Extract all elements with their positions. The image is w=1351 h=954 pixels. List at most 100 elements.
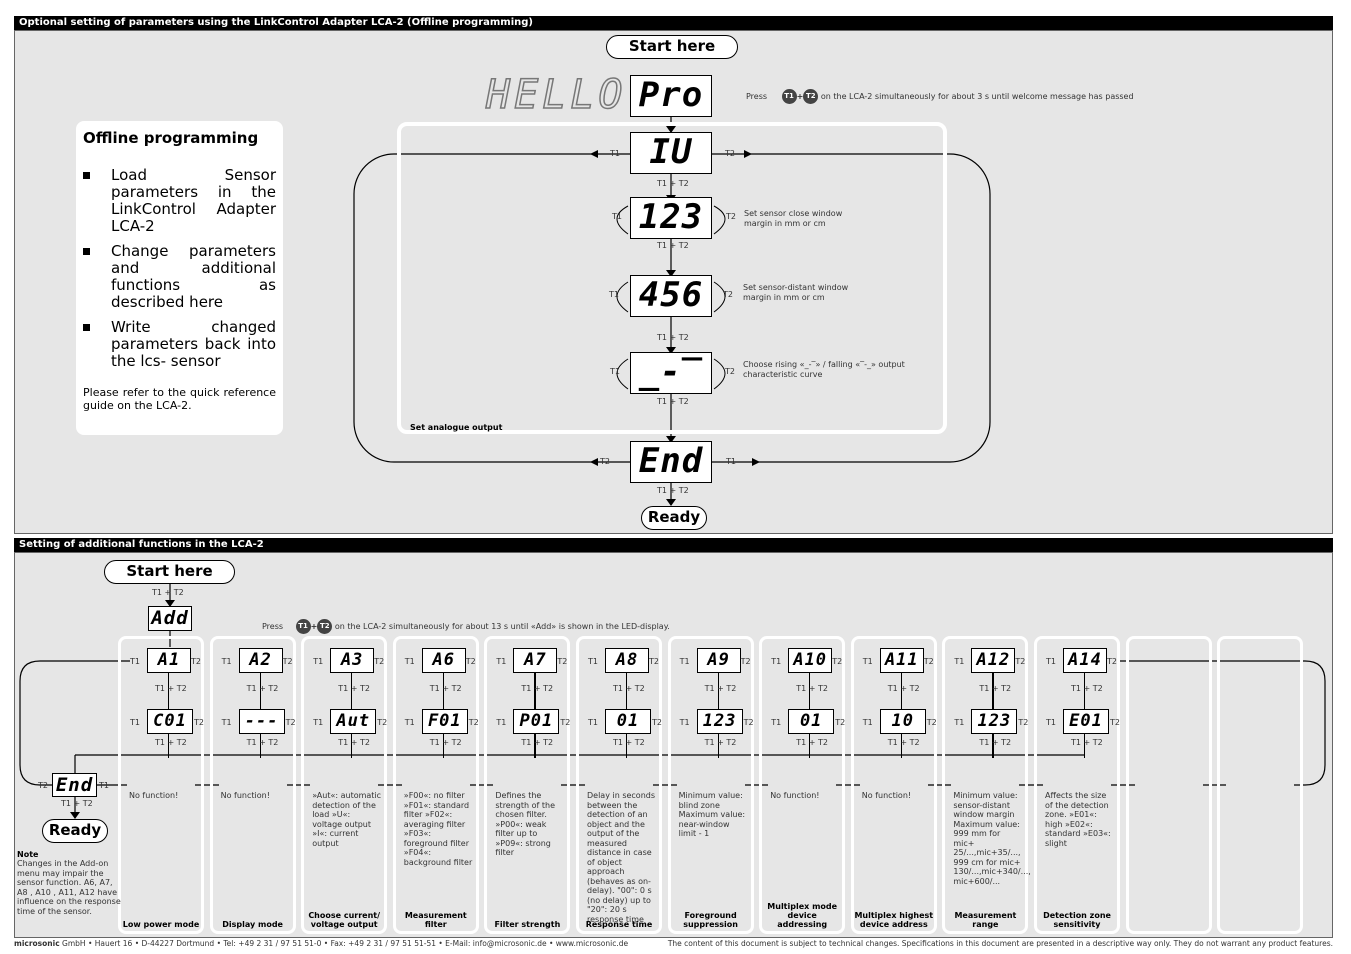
t1t2-label: T1 + T2	[61, 799, 93, 808]
function-column: A8 T1 T2 T1 + T2 01 T1 T2 T1 + T2 Delay …	[576, 636, 662, 934]
t1t2-label: T1 + T2	[657, 241, 689, 250]
function-value-display: C01	[147, 709, 193, 734]
function-description: Delay in seconds between the detection o…	[587, 791, 656, 924]
footer-address: microsonic GmbH • Hauert 16 • D-44227 Do…	[14, 939, 628, 948]
function-description: Minimum value: blind zone Maximum value:…	[678, 791, 746, 838]
display-far-margin: 456	[630, 275, 712, 317]
function-code-display: A9	[696, 648, 741, 673]
t1t2-label: T1 + T2	[338, 738, 370, 747]
function-code-display: A12	[971, 648, 1016, 673]
function-value-display: 01	[788, 709, 835, 734]
function-value-display: Aut	[330, 709, 377, 734]
function-code-display: A8	[605, 648, 649, 673]
t2-label: T2	[835, 718, 846, 727]
t1t2-label: T1 + T2	[429, 684, 462, 693]
t1t2-label: T1 + T2	[796, 738, 828, 747]
t2-label: T2	[468, 718, 479, 727]
t2-label: T2	[600, 457, 610, 466]
t1-key-icon: T1	[295, 619, 311, 634]
function-code-display: A11	[879, 648, 924, 673]
t1-label: T1	[313, 657, 324, 666]
ready-button-bottom[interactable]: Ready	[42, 819, 108, 843]
t1-label: T1	[726, 457, 736, 466]
function-column: A12 T1 T2 T1 + T2 123 T1 T2 T1 + T2 Mini…	[942, 636, 1031, 934]
hello-display-text: HELLO	[485, 71, 627, 119]
function-value-display: 01	[605, 709, 651, 734]
function-title: Measurement filter	[404, 911, 467, 929]
t1-label: T1	[99, 781, 109, 790]
function-title: Low power mode	[122, 920, 200, 929]
function-column: A2 T1 T2 T1 + T2 --- T1 T2 T1 + T2 No fu…	[209, 636, 296, 934]
t1t2-label: T1 + T2	[1071, 738, 1103, 747]
display-end-bottom: End	[52, 773, 97, 797]
function-code-display: A14	[1063, 648, 1107, 673]
t2-label: T2	[194, 718, 204, 727]
t1t2-label: T1 + T2	[246, 738, 279, 747]
offline-programming-box: Offline programming Load Sensor paramete…	[76, 121, 283, 435]
display-end: End	[630, 441, 712, 483]
t2-label: T2	[1110, 718, 1120, 727]
t2-label: T2	[923, 657, 934, 666]
address-text: GmbH • Hauert 16 • D-44227 Dortmund • Te…	[59, 939, 629, 948]
t1-label: T1	[588, 657, 598, 666]
t2-label: T2	[560, 718, 571, 727]
t2-label: T2	[726, 212, 736, 221]
press-prefix: Press	[746, 92, 768, 101]
function-title: Display mode	[222, 920, 283, 929]
function-title: Filter strength	[494, 920, 561, 929]
t2-label: T2	[1015, 657, 1026, 666]
far-margin-description: Set sensor-distant window margin in mm o…	[743, 283, 849, 302]
function-title: Multiplex highest device address	[854, 911, 934, 929]
function-description: No function!	[770, 791, 820, 800]
start-here-button-bottom[interactable]: Start here	[104, 560, 235, 584]
function-value-display: E01	[1063, 709, 1109, 734]
function-title: Detection zone sensitivity	[1043, 911, 1111, 929]
function-column: A9 T1 T2 T1 + T2 123 T1 T2 T1 + T2 Minim…	[667, 636, 754, 934]
t1-label: T1	[496, 718, 507, 727]
t2-label: T2	[743, 718, 754, 727]
function-value-display: 10	[879, 709, 926, 734]
close-margin-description: Set sensor close window margin in mm or …	[744, 209, 843, 228]
display-close-margin: 123	[630, 197, 712, 239]
function-title: Choose current/ voltage output	[308, 911, 381, 929]
t1t2-label: T1 + T2	[429, 738, 462, 747]
t1t2-label: T1 + T2	[979, 684, 1012, 693]
t1t2-label: T1 + T2	[657, 486, 689, 495]
t1-label: T1	[404, 718, 415, 727]
t1-label: T1	[679, 657, 690, 666]
t1t2-label: T1 + T2	[657, 397, 689, 406]
plus-sign: +	[796, 92, 804, 101]
t2-label: T2	[38, 781, 48, 790]
function-value-display: 123	[971, 709, 1018, 734]
function-description: »Aut«: automatic detection of the load »…	[312, 791, 382, 848]
offline-bullet: Load Sensor parameters in the LinkContro…	[83, 167, 276, 235]
display-pro: Pro	[630, 75, 712, 117]
t1t2-label: T1 + T2	[657, 333, 689, 342]
t2-label: T2	[723, 290, 733, 299]
t1-label: T1	[679, 718, 690, 727]
t1t2-label: T1 + T2	[704, 738, 737, 747]
t1t2-label: T1 + T2	[887, 738, 920, 747]
function-column	[1125, 636, 1212, 934]
note-text: Changes in the Add-on menu may impair th…	[17, 859, 121, 916]
t2-label: T2	[725, 149, 735, 158]
start-here-button[interactable]: Start here	[606, 35, 738, 59]
t1-label: T1	[588, 718, 598, 727]
ready-button[interactable]: Ready	[641, 506, 707, 530]
t1t2-label: T1 + T2	[521, 684, 554, 693]
function-value-display: F01	[421, 709, 468, 734]
t1-label: T1	[609, 290, 619, 299]
t1-label: T1	[862, 718, 873, 727]
function-code-display: A1	[147, 648, 191, 673]
function-description: No function!	[129, 791, 179, 800]
offline-bullet: Write changed parameters back into the l…	[83, 319, 276, 370]
function-description: Affects the size of the detection zone. …	[1045, 791, 1111, 848]
function-column: A3 T1 T2 T1 + T2 Aut T1 T2 T1 + T2 »Aut«…	[301, 636, 388, 934]
t1t2-label: T1 + T2	[246, 684, 279, 693]
t1t2-label: T1 + T2	[338, 684, 370, 693]
t1-label: T1	[1046, 657, 1056, 666]
t2-label: T2	[377, 718, 388, 727]
function-title: Response time	[585, 920, 653, 929]
function-title: Measurement range	[954, 911, 1017, 929]
press-prefix: Press	[262, 622, 284, 631]
